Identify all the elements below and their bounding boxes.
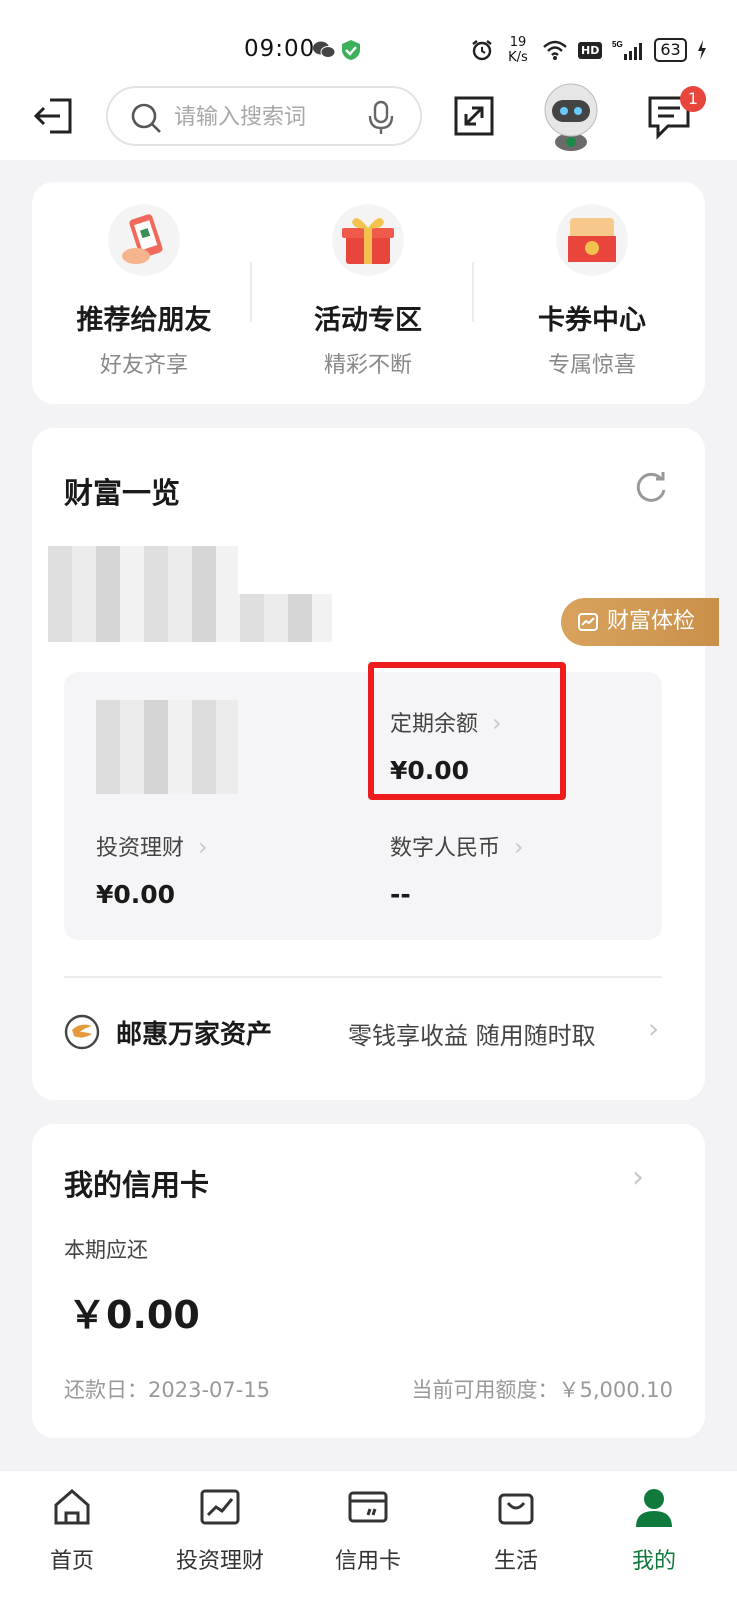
microphone-icon[interactable] bbox=[366, 100, 396, 136]
investment-label: 投资理财 bbox=[96, 836, 185, 861]
chevron-right-icon: › bbox=[514, 833, 524, 861]
digital-rmb-value: -- bbox=[390, 880, 411, 909]
quick-subtitle: 专属惊喜 bbox=[547, 353, 636, 378]
refresh-icon[interactable] bbox=[634, 470, 668, 504]
quick-title: 推荐给朋友 bbox=[76, 305, 212, 336]
shield-icon bbox=[342, 40, 360, 60]
quick-item-coupons[interactable]: 卡券中心 专属惊喜 bbox=[480, 204, 704, 379]
digital-rmb-label: 数字人民币 bbox=[390, 836, 501, 861]
quick-title: 活动专区 bbox=[314, 305, 422, 336]
battery-level: 63 bbox=[654, 38, 687, 62]
wifi-icon bbox=[543, 40, 567, 60]
alarm-icon bbox=[472, 40, 492, 61]
wealth-title: 财富一览 bbox=[64, 476, 181, 510]
due-label: 本期应还 bbox=[64, 1238, 148, 1262]
status-right: 19 K/s HD 5G 63 bbox=[470, 34, 707, 66]
signal-icon: 5G bbox=[612, 40, 643, 60]
blurred-total-amount bbox=[48, 594, 332, 642]
network-speed: 19 K/s bbox=[508, 35, 528, 65]
promo-description: 零钱享收益 随用随时取 bbox=[348, 1022, 596, 1050]
credit-card-title: 我的信用卡 bbox=[64, 1168, 210, 1202]
wealth-checkup-button[interactable]: 财富体检 bbox=[561, 598, 719, 646]
nav-label: 投资理财 bbox=[175, 1549, 264, 1574]
phone-qr-icon bbox=[108, 204, 180, 276]
coupon-icon bbox=[556, 204, 628, 276]
home-icon bbox=[54, 1489, 90, 1525]
due-date: 还款日：2023-07-15 bbox=[64, 1378, 271, 1402]
investment-value: ¥0.00 bbox=[96, 880, 176, 909]
exit-icon[interactable] bbox=[32, 94, 76, 138]
card-icon bbox=[348, 1491, 388, 1523]
search-icon bbox=[131, 103, 161, 133]
nav-label: 首页 bbox=[49, 1549, 94, 1574]
chart-icon bbox=[200, 1489, 240, 1525]
nav-label: 信用卡 bbox=[334, 1549, 401, 1574]
highlight-box bbox=[368, 662, 566, 800]
blurred-demand-balance bbox=[96, 700, 238, 794]
nav-credit-card[interactable]: 信用卡 bbox=[308, 1485, 428, 1575]
top-header-area: 09:00 19 K/s HD 5G 63 请输入搜索词 1 bbox=[0, 0, 737, 160]
hd-badge: HD bbox=[578, 41, 603, 59]
due-amount: ￥0.00 bbox=[68, 1293, 200, 1337]
charging-icon bbox=[697, 40, 706, 60]
search-input[interactable] bbox=[174, 100, 364, 134]
divider bbox=[472, 262, 474, 322]
search-bar[interactable] bbox=[106, 86, 422, 146]
investment-metric[interactable]: 投资理财 › ¥0.00 bbox=[96, 830, 208, 909]
bottom-nav: 首页 投资理财 信用卡 生活 我的 bbox=[0, 1470, 737, 1600]
quick-actions-card: 推荐给朋友 好友齐享 活动专区 精彩不断 卡券中心 专属惊喜 bbox=[32, 182, 705, 404]
wealth-checkup-label: 财富体检 bbox=[607, 609, 696, 634]
wechat-icon bbox=[313, 41, 336, 58]
robot-assistant-avatar[interactable] bbox=[538, 80, 604, 152]
chart-card-icon bbox=[578, 613, 598, 631]
quick-subtitle: 好友齐享 bbox=[99, 353, 188, 378]
promo-row[interactable]: 邮惠万家资产 零钱享收益 随用随时取 › bbox=[64, 1010, 674, 1054]
wealth-overview-card: 财富一览 财富体检 定期余额 › ¥0.00 投资理财 › ¥0.00 数字人民币 ›… bbox=[32, 428, 719, 1100]
profile-icon bbox=[636, 1489, 672, 1527]
app-header: 1 bbox=[0, 83, 737, 151]
postal-logo-icon bbox=[64, 1014, 100, 1050]
status-bar: 09:00 19 K/s HD 5G 63 bbox=[0, 30, 737, 70]
gift-icon bbox=[332, 204, 404, 276]
quick-subtitle: 精彩不断 bbox=[323, 353, 412, 378]
credit-card-card[interactable]: 我的信用卡 › 本期应还 ￥0.00 还款日：2023-07-15 当前可用额度… bbox=[32, 1124, 705, 1438]
message-badge: 1 bbox=[680, 86, 706, 112]
digital-rmb-metric[interactable]: 数字人民币 › -- bbox=[390, 830, 524, 909]
nav-home[interactable]: 首页 bbox=[12, 1485, 132, 1575]
nav-label: 我的 bbox=[631, 1549, 676, 1574]
promo-name: 邮惠万家资产 bbox=[116, 1020, 273, 1050]
nav-mine[interactable]: 我的 bbox=[594, 1485, 714, 1575]
chevron-right-icon: › bbox=[198, 833, 208, 861]
blurred-total-label bbox=[48, 546, 238, 594]
quick-item-recommend[interactable]: 推荐给朋友 好友齐享 bbox=[32, 204, 256, 379]
available-limit: 当前可用额度：￥5,000.10 bbox=[411, 1378, 673, 1402]
quick-item-activities[interactable]: 活动专区 精彩不断 bbox=[256, 204, 480, 379]
svg-text:5G: 5G bbox=[612, 40, 623, 49]
chevron-right-icon: › bbox=[648, 1012, 660, 1045]
divider bbox=[250, 262, 252, 322]
scan-expand-icon[interactable] bbox=[452, 94, 496, 138]
nav-life[interactable]: 生活 bbox=[456, 1485, 576, 1575]
wealth-metrics-panel: 定期余额 › ¥0.00 投资理财 › ¥0.00 数字人民币 › -- bbox=[64, 672, 662, 940]
nav-label: 生活 bbox=[493, 1549, 538, 1574]
divider bbox=[64, 976, 662, 978]
nav-investment[interactable]: 投资理财 bbox=[160, 1485, 280, 1575]
chevron-right-icon[interactable]: › bbox=[632, 1160, 644, 1195]
quick-title: 卡券中心 bbox=[538, 305, 646, 336]
status-time: 09:00 bbox=[244, 36, 316, 62]
bag-icon bbox=[498, 1493, 534, 1525]
